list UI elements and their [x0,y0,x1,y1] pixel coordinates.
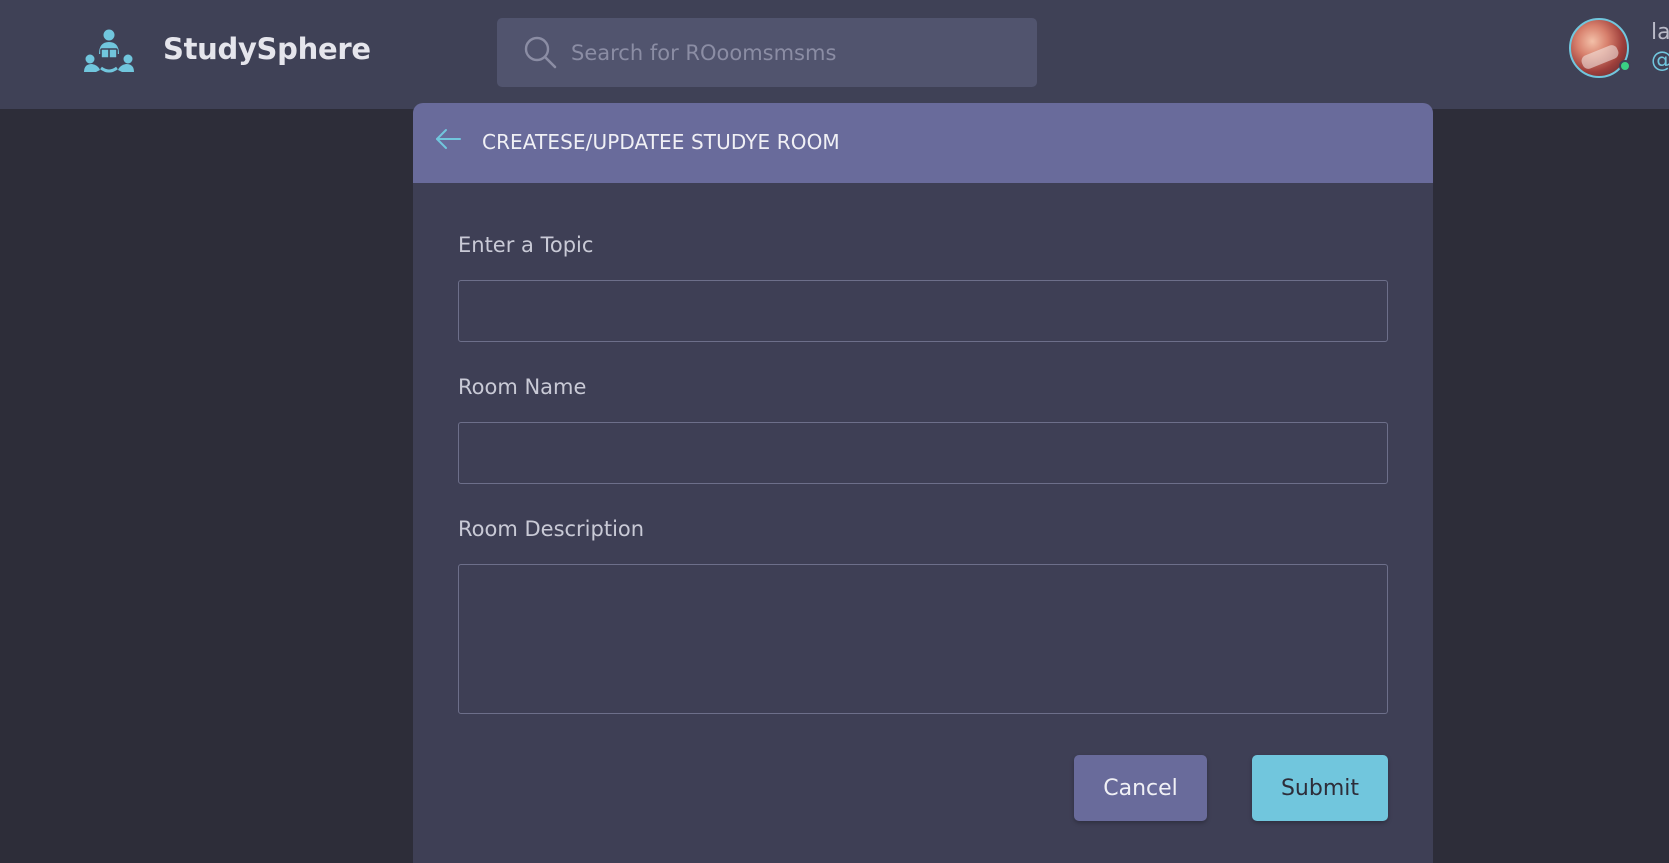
room-form-panel: CREATESE/UPDATEE STUDYE ROOM Enter a Top… [413,103,1433,863]
online-status-indicator [1619,60,1631,72]
cancel-button[interactable]: Cancel [1074,755,1207,821]
topic-label: Enter a Topic [458,233,594,257]
room-description-textarea[interactable] [458,564,1388,714]
user-handle[interactable]: @ [1651,48,1669,73]
room-name-input[interactable] [458,422,1388,484]
brand-name[interactable]: StudySphere [163,32,371,66]
panel-header: CREATESE/UPDATEE STUDYE ROOM [413,103,1433,183]
room-description-label: Room Description [458,517,645,541]
top-navbar: StudySphere la @ [0,0,1669,109]
search-input[interactable] [571,18,1021,87]
search-icon [524,36,557,69]
user-name[interactable]: la [1651,20,1669,45]
study-group-icon[interactable] [84,28,134,76]
search-bar[interactable] [497,18,1037,87]
submit-button[interactable]: Submit [1252,755,1388,821]
arrow-left-icon[interactable] [434,125,462,153]
page-title: CREATESE/UPDATEE STUDYE ROOM [482,130,840,154]
avatar-image-detail [1579,43,1621,71]
room-name-label: Room Name [458,375,587,399]
topic-input[interactable] [458,280,1388,342]
